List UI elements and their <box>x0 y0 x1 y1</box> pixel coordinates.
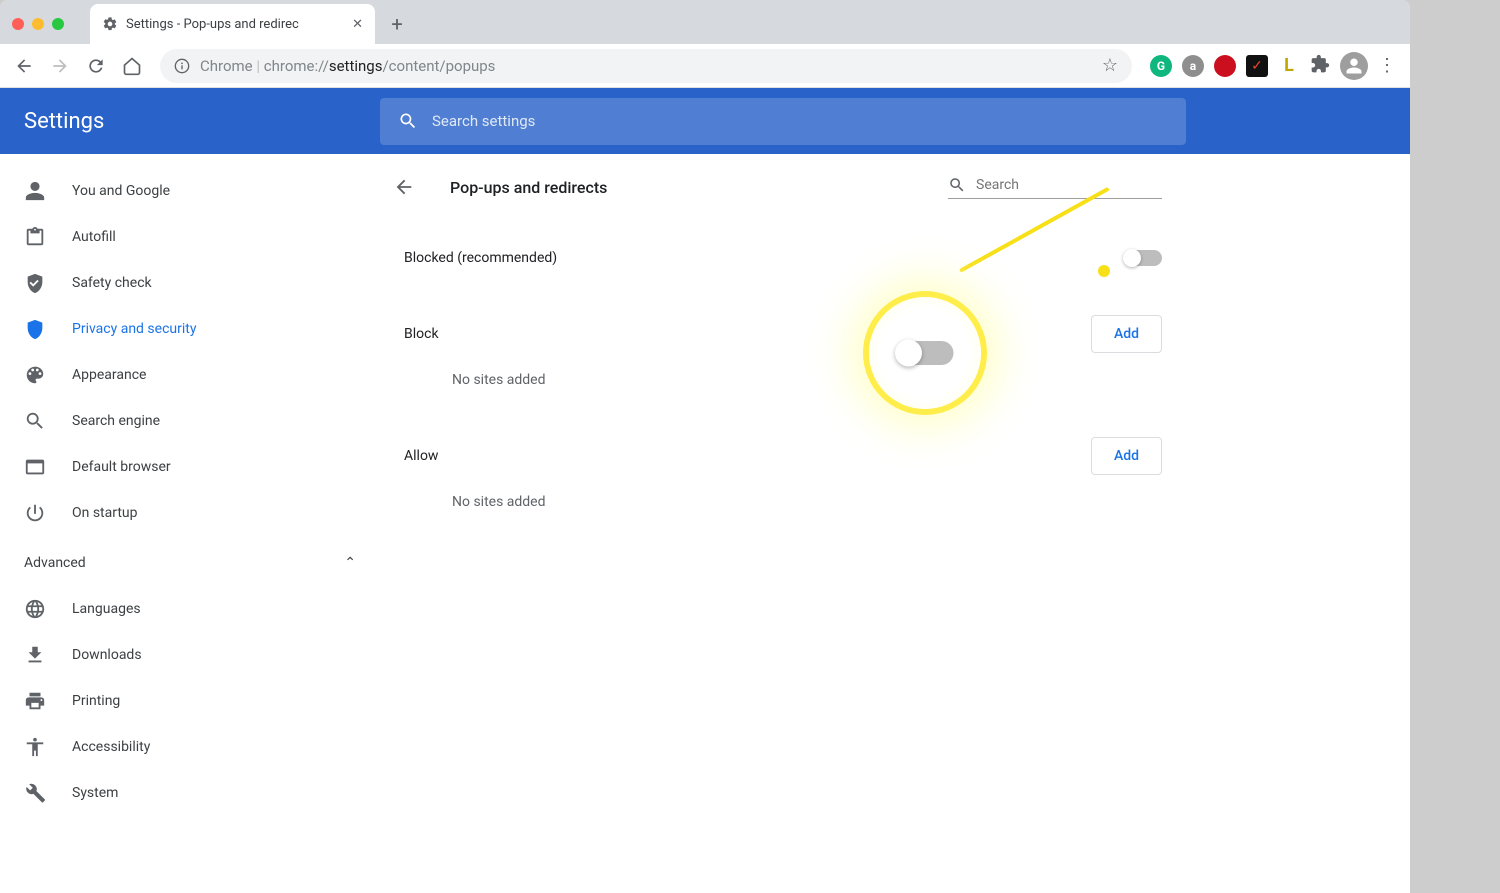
accessibility-icon <box>24 736 46 758</box>
url-text: Chrome | chrome://settings/content/popup… <box>200 57 1092 75</box>
palette-icon <box>24 364 46 386</box>
panel-search[interactable] <box>948 176 1162 199</box>
minimize-window-icon[interactable] <box>32 18 44 30</box>
sidebar-item-label: Autofill <box>72 229 116 245</box>
sidebar-item-label: Appearance <box>72 367 146 383</box>
info-icon <box>174 58 190 74</box>
settings-header: Settings <box>0 88 1410 154</box>
profile-avatar[interactable] <box>1340 52 1368 80</box>
sidebar-item-system[interactable]: System <box>0 770 380 816</box>
page-title: Settings <box>24 109 380 134</box>
sidebar-item-label: You and Google <box>72 183 170 199</box>
search-settings-input[interactable] <box>432 112 1168 130</box>
browser-tab[interactable]: Settings - Pop-ups and redirec ✕ <box>90 4 375 44</box>
print-icon <box>24 690 46 712</box>
sidebar-item-printing[interactable]: Printing <box>0 678 380 724</box>
shield-icon <box>24 318 46 340</box>
annotation-highlight <box>869 297 981 409</box>
sidebar-item-label: Safety check <box>72 275 152 291</box>
window-controls <box>12 18 64 30</box>
back-button[interactable] <box>8 50 40 82</box>
sidebar-item-search-engine[interactable]: Search engine <box>0 398 380 444</box>
main-panel: Pop-ups and redirects Blocked (recommend… <box>380 154 1186 893</box>
ext-l-icon[interactable]: L <box>1278 55 1300 77</box>
address-bar[interactable]: Chrome | chrome://settings/content/popup… <box>160 49 1132 83</box>
browser-icon <box>24 456 46 478</box>
allow-label: Allow <box>404 448 438 464</box>
extensions-menu-icon[interactable] <box>1310 54 1330 78</box>
blocked-toggle-row: Blocked (recommended) <box>404 220 1162 296</box>
block-section-row: Block Add <box>404 296 1162 372</box>
power-icon <box>24 502 46 524</box>
sidebar-item-appearance[interactable]: Appearance <box>0 352 380 398</box>
wrench-icon <box>24 782 46 804</box>
home-button[interactable] <box>116 50 148 82</box>
sidebar-item-accessibility[interactable]: Accessibility <box>0 724 380 770</box>
search-icon <box>24 410 46 432</box>
sidebar-item-default-browser[interactable]: Default browser <box>0 444 380 490</box>
sidebar-item-you-google[interactable]: You and Google <box>0 168 380 214</box>
clipboard-icon <box>24 226 46 248</box>
ext-pinterest-icon[interactable] <box>1214 55 1236 77</box>
search-icon <box>948 176 966 194</box>
add-allow-button[interactable]: Add <box>1091 437 1162 475</box>
ext-todoist-icon[interactable]: ✓ <box>1246 55 1268 77</box>
sidebar-item-label: Default browser <box>72 459 171 475</box>
sidebar-item-privacy[interactable]: Privacy and security <box>0 306 380 352</box>
ext-amazon-icon[interactable]: a <box>1182 55 1204 77</box>
sidebar-item-label: Languages <box>72 601 141 617</box>
blocked-label: Blocked (recommended) <box>404 250 557 266</box>
gear-icon <box>102 16 118 32</box>
reload-button[interactable] <box>80 50 112 82</box>
close-tab-icon[interactable]: ✕ <box>352 17 363 32</box>
download-icon <box>24 644 46 666</box>
new-tab-button[interactable]: + <box>383 10 411 38</box>
sidebar: You and Google Autofill Safety check Pri… <box>0 154 380 893</box>
chevron-up-icon: ⌃ <box>344 555 356 571</box>
sidebar-item-label: Accessibility <box>72 739 150 755</box>
block-empty-msg: No sites added <box>404 372 1162 388</box>
panel-title: Pop-ups and redirects <box>450 178 926 197</box>
close-window-icon[interactable] <box>12 18 24 30</box>
highlighted-toggle <box>897 341 954 365</box>
person-icon <box>24 180 46 202</box>
search-icon <box>398 111 418 131</box>
sidebar-item-label: Printing <box>72 693 120 709</box>
fullscreen-window-icon[interactable] <box>52 18 64 30</box>
back-arrow-button[interactable] <box>380 163 428 211</box>
sidebar-item-on-startup[interactable]: On startup <box>0 490 380 536</box>
shield-check-icon <box>24 272 46 294</box>
sidebar-item-label: Downloads <box>72 647 142 663</box>
allow-empty-msg: No sites added <box>404 494 1162 510</box>
advanced-label: Advanced <box>24 555 86 571</box>
extensions-bar: G a ✓ L ⋮ <box>1144 52 1402 80</box>
sidebar-item-label: Privacy and security <box>72 321 196 337</box>
block-label: Block <box>404 326 439 342</box>
sidebar-advanced-toggle[interactable]: Advanced ⌃ <box>0 540 380 586</box>
kebab-menu-icon[interactable]: ⋮ <box>1378 55 1396 76</box>
sidebar-item-label: On startup <box>72 505 138 521</box>
sidebar-item-label: System <box>72 785 118 801</box>
add-block-button[interactable]: Add <box>1091 315 1162 353</box>
annotation-dot <box>1098 265 1110 277</box>
sidebar-item-downloads[interactable]: Downloads <box>0 632 380 678</box>
tab-strip: Settings - Pop-ups and redirec ✕ + <box>0 0 1410 44</box>
sidebar-item-label: Search engine <box>72 413 160 429</box>
browser-toolbar: Chrome | chrome://settings/content/popup… <box>0 44 1410 88</box>
forward-button[interactable] <box>44 50 76 82</box>
blocked-toggle[interactable] <box>1124 250 1162 266</box>
panel-search-input[interactable] <box>976 177 1162 193</box>
sidebar-item-autofill[interactable]: Autofill <box>0 214 380 260</box>
ext-grammarly-icon[interactable]: G <box>1150 55 1172 77</box>
tab-title: Settings - Pop-ups and redirec <box>126 17 344 32</box>
globe-icon <box>24 598 46 620</box>
bookmark-icon[interactable]: ☆ <box>1102 55 1118 76</box>
sidebar-item-languages[interactable]: Languages <box>0 586 380 632</box>
allow-section-row: Allow Add <box>404 418 1162 494</box>
search-settings[interactable] <box>380 98 1186 145</box>
sidebar-item-safety[interactable]: Safety check <box>0 260 380 306</box>
